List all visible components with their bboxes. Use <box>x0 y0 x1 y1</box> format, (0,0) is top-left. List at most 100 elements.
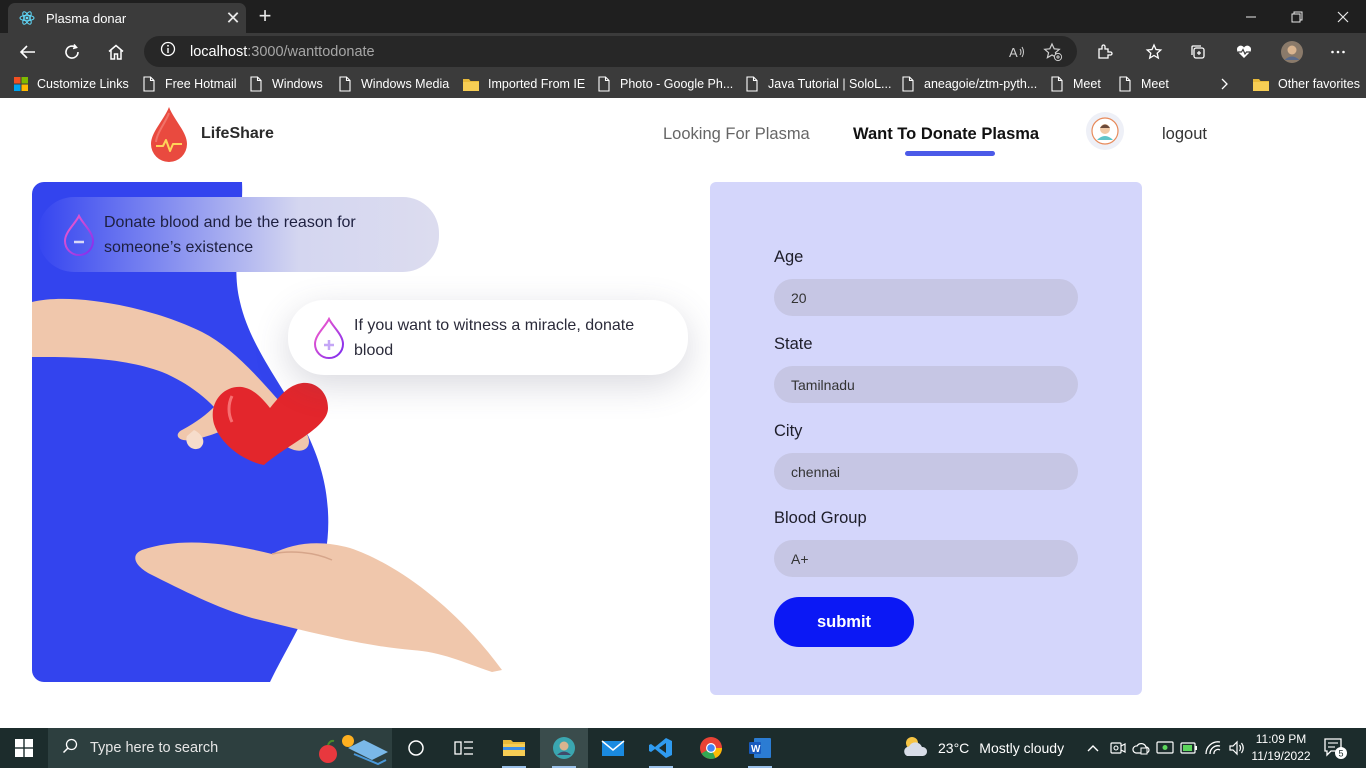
read-aloud-icon[interactable]: A <box>1006 41 1028 63</box>
more-favorites-chevron-icon[interactable] <box>1219 75 1229 93</box>
city-input[interactable]: chennai <box>774 453 1078 490</box>
taskbar-clock[interactable]: 11:09 PM 11/19/2022 <box>1248 731 1314 765</box>
tab-title: Plasma donar <box>46 10 127 26</box>
favorite-label: Java Tutorial | SoloL... <box>768 77 892 91</box>
blood-drop-minus-icon <box>62 213 96 256</box>
favorite-google-photos[interactable]: Photo - Google Ph... <box>597 75 733 93</box>
web-page: LifeShare Looking For Plasma Want To Don… <box>0 98 1366 728</box>
back-button[interactable] <box>13 37 43 67</box>
partly-cloudy-icon <box>900 734 930 763</box>
favorite-label: aneagoie/ztm-pyth... <box>924 77 1038 91</box>
new-tab-button[interactable]: + <box>252 4 278 28</box>
donate-reason-text: Donate blood and be the reason for someo… <box>104 213 356 256</box>
nav-looking-for-plasma[interactable]: Looking For Plasma <box>663 125 810 144</box>
chrome-icon[interactable] <box>687 728 735 768</box>
favorite-aneagoie[interactable]: aneagoie/ztm-pyth... <box>901 75 1037 93</box>
address-toolbar: localhost:3000/wanttodonate A <box>0 33 1366 70</box>
extensions-icon[interactable] <box>1090 37 1120 67</box>
add-favorite-icon[interactable] <box>1042 41 1064 63</box>
page-icon <box>142 76 156 92</box>
site-info-icon[interactable] <box>160 41 176 62</box>
start-button[interactable] <box>0 728 48 768</box>
page-icon <box>249 76 263 92</box>
restore-button[interactable] <box>1274 0 1320 33</box>
vscode-icon[interactable] <box>637 728 685 768</box>
favorite-label: Imported From IE <box>488 77 586 91</box>
notification-count-badge: 5 <box>1338 749 1343 759</box>
blood-drop-logo-icon[interactable] <box>150 106 188 162</box>
edge-browser-icon[interactable] <box>540 728 588 768</box>
donate-form: Age 20 State Tamilnadu City chennai Bloo… <box>710 182 1142 695</box>
notification-center-icon[interactable]: 5 <box>1322 736 1348 760</box>
favorite-windows-media[interactable]: Windows Media <box>338 75 449 93</box>
favorite-meet[interactable]: Meet <box>1050 75 1101 93</box>
weather-desc: Mostly cloudy <box>979 740 1065 756</box>
wifi-icon[interactable] <box>1202 728 1224 768</box>
nav-want-to-donate-plasma[interactable]: Want To Donate Plasma <box>853 125 1039 144</box>
favorite-customize-links[interactable]: Customize Links <box>14 75 129 93</box>
word-icon[interactable]: W <box>736 728 784 768</box>
settings-more-icon[interactable] <box>1323 37 1353 67</box>
state-input[interactable]: Tamilnadu <box>774 366 1078 403</box>
search-placeholder: Type here to search <box>90 740 219 756</box>
active-nav-underline <box>905 151 995 156</box>
blood-group-input[interactable]: A+ <box>774 540 1078 577</box>
close-window-button[interactable] <box>1320 0 1366 33</box>
submit-button[interactable]: submit <box>774 597 914 647</box>
widgets-icon[interactable] <box>440 728 488 768</box>
favorite-other-favorites[interactable]: Other favorites <box>1253 75 1360 93</box>
url-bar[interactable]: localhost:3000/wanttodonate A <box>144 36 1077 67</box>
favorite-label: Photo - Google Ph... <box>620 77 734 91</box>
meet-now-icon[interactable] <box>1107 728 1129 768</box>
favorite-java-tutorial[interactable]: Java Tutorial | SoloL... <box>745 75 891 93</box>
refresh-button[interactable] <box>57 37 87 67</box>
home-button[interactable] <box>101 37 131 67</box>
profile-avatar[interactable] <box>1277 37 1307 67</box>
react-logo-icon <box>18 9 36 27</box>
city-label: City <box>774 422 803 440</box>
weather-widget[interactable]: 23°C Mostly cloudy <box>900 728 1064 768</box>
favorite-imported-from-ie[interactable]: Imported From IE <box>463 75 585 93</box>
blood-drop-plus-icon <box>312 316 346 359</box>
volume-icon[interactable] <box>1226 728 1248 768</box>
task-view-icon[interactable] <box>392 728 440 768</box>
favorite-meet-2[interactable]: Meet <box>1118 75 1169 93</box>
favorite-free-hotmail[interactable]: Free Hotmail <box>142 75 237 93</box>
user-avatar-icon[interactable] <box>1086 112 1124 150</box>
taskbar-search-box[interactable]: Type here to search <box>48 728 392 768</box>
file-explorer-icon[interactable] <box>490 728 538 768</box>
windows-logo-icon <box>14 76 28 92</box>
favorites-icon[interactable] <box>1139 37 1169 67</box>
logout-link[interactable]: logout <box>1162 125 1207 144</box>
page-icon <box>597 76 611 92</box>
health-icon[interactable] <box>1229 37 1259 67</box>
favorite-label: Customize Links <box>37 77 129 91</box>
weather-temp: 23°C <box>938 740 970 756</box>
url-host: localhost <box>190 43 248 60</box>
close-tab-icon[interactable]: ✕ <box>220 9 246 27</box>
page-icon <box>745 76 759 92</box>
svg-text:A: A <box>1009 45 1018 60</box>
onedrive-icon[interactable] <box>1130 728 1152 768</box>
favorites-bar: Customize Links Free Hotmail Windows Win… <box>0 70 1366 98</box>
collections-icon[interactable] <box>1183 37 1213 67</box>
age-label: Age <box>774 248 804 266</box>
search-highlight-icon[interactable] <box>314 730 390 768</box>
show-hidden-icons-chevron-icon[interactable] <box>1083 728 1103 768</box>
clock-time: 11:09 PM <box>1255 732 1307 746</box>
svg-text:W: W <box>751 744 761 755</box>
battery-icon[interactable] <box>1178 728 1200 768</box>
browser-tab[interactable]: Plasma donar ✕ <box>8 3 246 33</box>
url-path: :3000/wanttodonate <box>247 43 375 60</box>
search-icon <box>62 738 78 759</box>
favorite-windows[interactable]: Windows <box>249 75 323 93</box>
age-input[interactable]: 20 <box>774 279 1078 316</box>
favorite-label: Windows Media <box>361 77 450 91</box>
display-settings-icon[interactable] <box>1154 728 1176 768</box>
page-icon <box>901 76 915 92</box>
mail-icon[interactable] <box>589 728 637 768</box>
windows-taskbar: Type here to search W 23°C Mostly cloudy… <box>0 728 1366 768</box>
brand-name[interactable]: LifeShare <box>201 125 274 143</box>
state-label: State <box>774 335 813 353</box>
minimize-button[interactable] <box>1228 0 1274 33</box>
